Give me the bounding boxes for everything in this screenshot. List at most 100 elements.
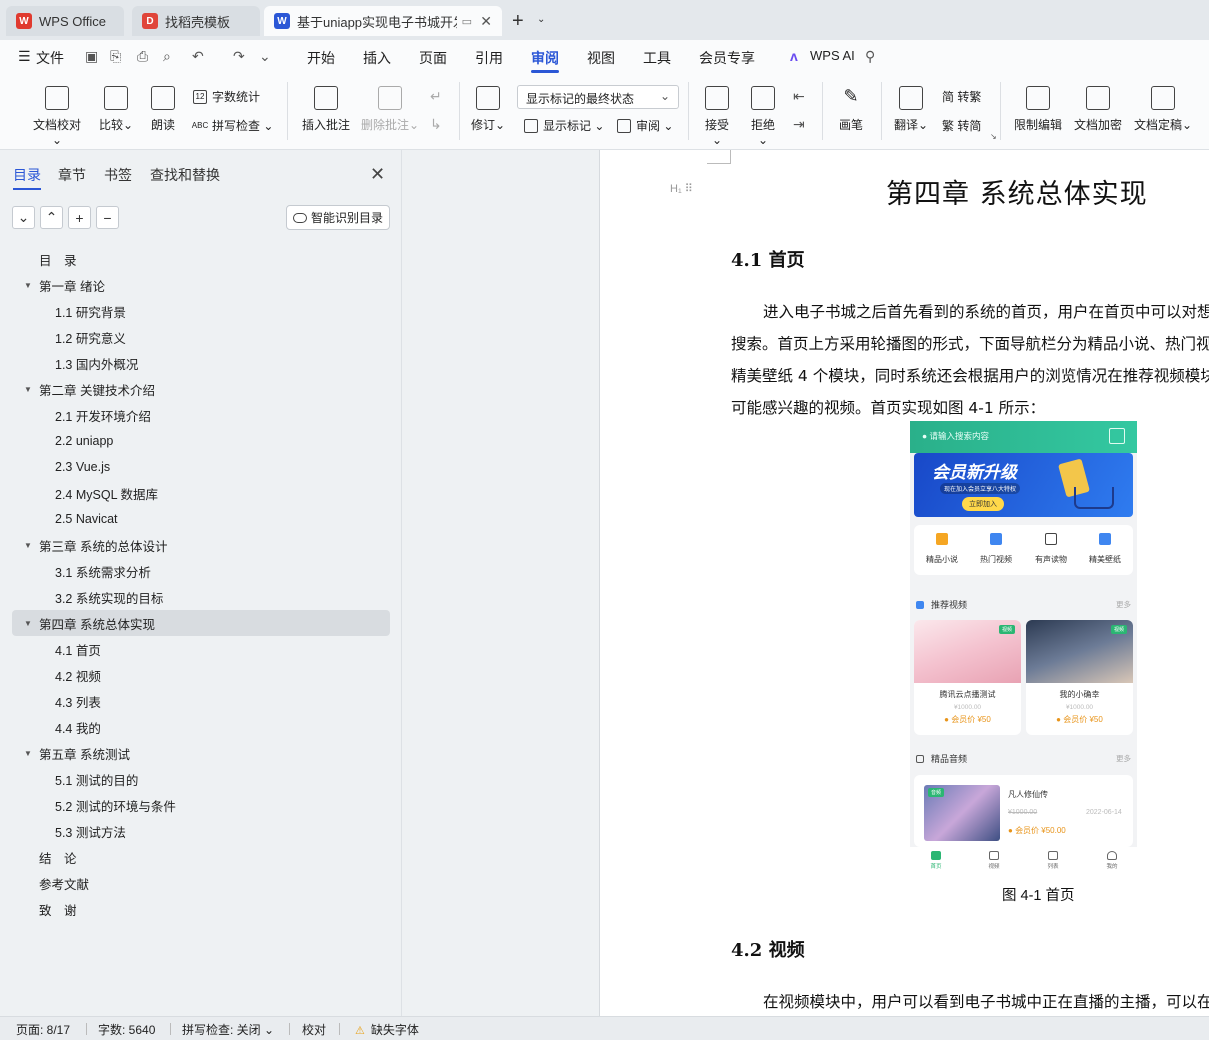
delete-comment-button[interactable]: 删除批注⌄ [360,86,420,133]
next-comment-icon[interactable]: ↳ [430,116,442,133]
toc-item[interactable]: 致 谢 [12,896,390,922]
save-icon[interactable]: ▣ [85,48,98,65]
toc-item[interactable]: 2.1 开发环境介绍 [12,402,390,428]
toc-item[interactable]: 4.2 视频 [12,662,390,688]
markup-state-dropdown[interactable]: 显示标记的最终状态 ⌄ [517,85,679,109]
to-simplified-button[interactable]: 繁 转简 [942,117,981,134]
finalize-button[interactable]: 文档定稿⌄ [1132,86,1194,133]
menu-references[interactable]: 引用 [475,48,503,68]
toc-item[interactable]: 4.3 列表 [12,688,390,714]
toc-item[interactable]: 目 录 [12,246,390,272]
missing-font-status[interactable]: ⚠ 缺失字体 [355,1021,419,1038]
toc-item[interactable]: ▼ 第三章 系统的总体设计 [12,532,390,558]
menu-home[interactable]: 开始 [307,48,335,68]
toc-item[interactable]: 参考文献 [12,870,390,896]
word-count-status[interactable]: 字数: 5640 [98,1021,155,1038]
show-markup-button[interactable]: 显示标记 ⌄ [524,117,604,134]
toc-item[interactable]: 5.1 测试的目的 [12,766,390,792]
toc-item[interactable]: 1.3 国内外概况 [12,350,390,376]
proofread-button[interactable]: 文档校对⌄ [28,86,86,147]
tab-docer-templates[interactable]: D 找稻壳模板 [132,6,260,36]
review-pane-button[interactable]: 审阅 ⌄ [617,117,673,134]
close-icon[interactable]: ✕ [370,164,385,185]
print-icon[interactable]: ⎙ [137,48,148,65]
collapse-up-button[interactable]: ⌃ [40,206,63,229]
nav-tab-sections[interactable]: 章节 [58,165,86,185]
expand-arrow-icon[interactable]: ▼ [24,541,38,550]
toc-item[interactable]: 1.1 研究背景 [12,298,390,324]
spell-check-button[interactable]: ABC 拼写检查 ⌄ [192,117,274,134]
encrypt-button[interactable]: 文档加密 [1072,86,1124,133]
heading-handle-icon[interactable]: H₁ ⠿ [670,182,693,195]
track-changes-button[interactable]: 修订⌄ [470,86,506,133]
nav-tab-find-replace[interactable]: 查找和替换 [150,165,220,185]
to-traditional-button[interactable]: 简 转繁 [942,88,981,105]
document-page[interactable]: H₁ ⠿ 第四章 系统总体实现 4.1 首页 进入电子书城之后首先看到的系统的首… [599,150,1209,1016]
expand-arrow-icon[interactable]: ▼ [24,281,38,290]
collapse-down-button[interactable]: ⌄ [12,206,35,229]
pen-button[interactable]: ✎ 画笔 [836,86,866,133]
tab-current-document[interactable]: W 基于uniapp实现电子书城开发 ▭ ✕ [264,6,502,36]
toc-item[interactable]: 2.5 Navicat [12,506,390,532]
insert-comment-button[interactable]: 插入批注 [300,86,352,133]
previous-change-icon[interactable]: ⇤ [793,88,805,105]
nav-tab-toc[interactable]: 目录 [13,165,41,185]
close-tab-icon[interactable]: ✕ [480,13,492,30]
chevron-down-icon[interactable]: ⌄ [537,14,545,25]
print-preview-icon[interactable]: ⌕ [163,48,171,65]
chevron-down-icon[interactable]: ⌄ [259,48,271,65]
toc-item[interactable]: 1.2 研究意义 [12,324,390,350]
toc-item[interactable]: 3.2 系统实现的目标 [12,584,390,610]
menu-member[interactable]: 会员专享 [699,48,755,68]
tab-wps-office[interactable]: W WPS Office [6,6,124,36]
new-tab-icon[interactable]: + [512,10,524,33]
search-icon[interactable]: ⚲ [865,48,875,65]
add-heading-button[interactable]: + [68,206,91,229]
proofread-status[interactable]: 校对 [302,1021,326,1038]
dialog-launcher-icon[interactable]: ↘ [990,132,997,141]
word-count-button[interactable]: 12 字数统计 [193,88,260,105]
spell-check-status[interactable]: 拼写检查: 关闭 ⌄ [182,1021,274,1038]
reject-button[interactable]: 拒绝⌄ [746,86,780,147]
menu-file[interactable]: 文件 [36,48,64,68]
toc-item[interactable]: 2.3 Vue.js [12,454,390,480]
remove-heading-button[interactable]: − [96,206,119,229]
smart-toc-button[interactable]: 智能识别目录 [286,205,390,230]
toc-item[interactable]: 5.2 测试的环境与条件 [12,792,390,818]
menu-view[interactable]: 视图 [587,48,615,68]
toc-item[interactable]: ▼ 第四章 系统总体实现 [12,610,390,636]
next-change-icon[interactable]: ⇥ [793,116,805,133]
accept-button[interactable]: 接受⌄ [700,86,734,147]
undo-icon[interactable]: ↶ [192,48,204,65]
toc-item[interactable]: ▼ 第五章 系统测试 [12,740,390,766]
previous-comment-icon[interactable]: ↵ [430,88,442,105]
monitor-icon[interactable]: ▭ [462,15,472,28]
toc-item[interactable]: 结 论 [12,844,390,870]
toc-item[interactable]: 5.3 测试方法 [12,818,390,844]
toc-item[interactable]: ▼ 第一章 绪论 [12,272,390,298]
menu-wps-ai[interactable]: WPS AI [810,48,855,63]
translate-button[interactable]: 翻译⌄ [893,86,929,133]
expand-arrow-icon[interactable]: ▼ [24,385,38,394]
compare-button[interactable]: 比较⌄ [98,86,134,133]
toc-item[interactable]: 4.1 首页 [12,636,390,662]
restrict-edit-button[interactable]: 限制编辑 [1012,86,1064,133]
export-icon[interactable]: ⎘ [110,48,121,65]
nav-tab-bookmarks[interactable]: 书签 [104,165,132,185]
toc-item[interactable]: 4.4 我的 [12,714,390,740]
expand-arrow-icon[interactable]: ▼ [24,619,38,628]
menu-insert[interactable]: 插入 [363,48,391,68]
hamburger-menu-icon[interactable]: ☰ [18,48,31,65]
menu-page[interactable]: 页面 [419,48,447,68]
menu-review[interactable]: 审阅 [531,48,559,68]
page-indicator[interactable]: 页面: 8/17 [16,1021,70,1038]
toc-item[interactable]: 2.2 uniapp [12,428,390,454]
expand-arrow-icon[interactable]: ▼ [24,749,38,758]
toc-item[interactable]: ▼ 第二章 关键技术介绍 [12,376,390,402]
toc-item[interactable]: 3.1 系统需求分析 [12,558,390,584]
read-aloud-button[interactable]: 朗读 [148,86,178,133]
home-icon [931,851,941,860]
redo-icon[interactable]: ↷ [233,48,245,65]
menu-tools[interactable]: 工具 [643,48,671,68]
toc-item[interactable]: 2.4 MySQL 数据库 [12,480,390,506]
